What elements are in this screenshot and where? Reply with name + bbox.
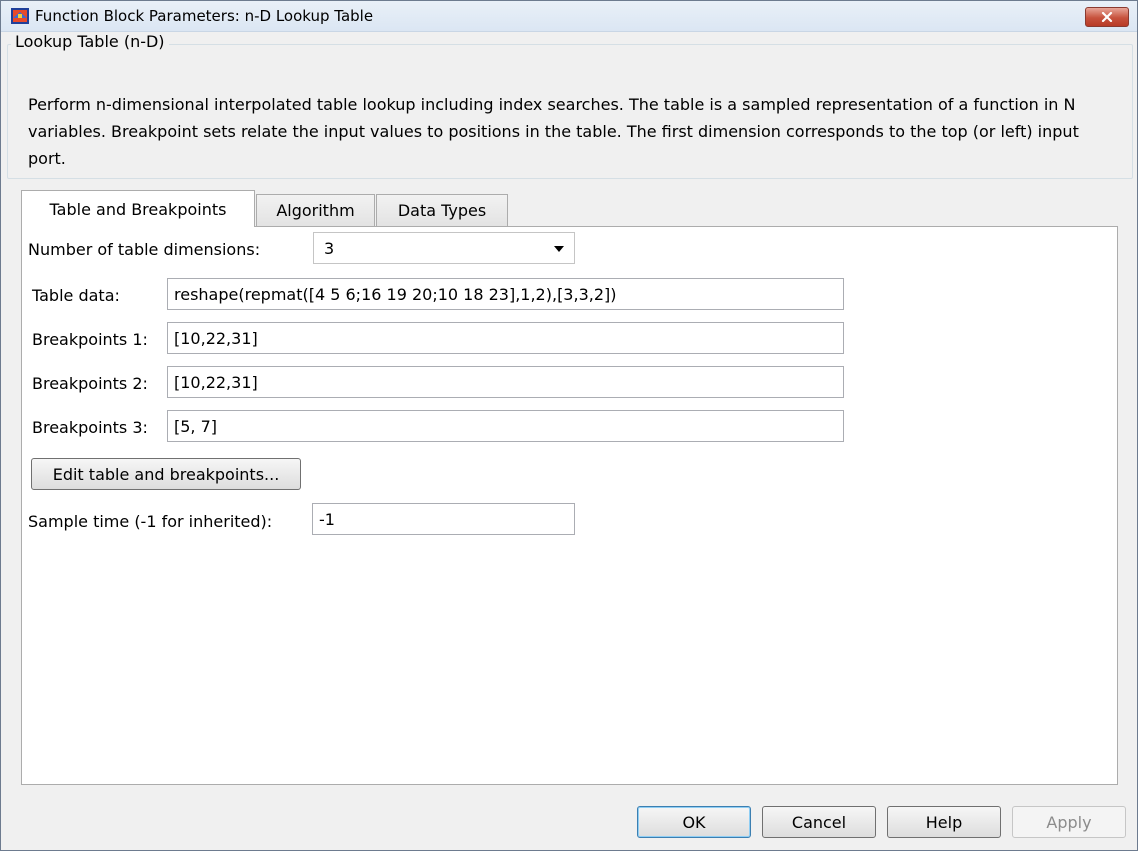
help-button[interactable]: Help [887,806,1001,838]
cancel-label: Cancel [791,812,847,832]
num-dims-value: 3 [324,238,335,258]
tab-table-and-breakpoints[interactable]: Table and Breakpoints [21,190,255,227]
tab-data-types[interactable]: Data Types [376,194,508,226]
table-data-field[interactable]: reshape(repmat([4 5 6;16 19 20;10 18 23]… [167,278,844,310]
breakpoints-3-label: Breakpoints 3: [32,418,148,437]
tab-label: Data Types [397,201,487,220]
sample-time-label: Sample time (-1 for inherited): [28,512,273,531]
breakpoints-3-field[interactable]: [5, 7] [167,410,844,442]
ok-button[interactable]: OK [637,806,751,838]
breakpoints-1-label: Breakpoints 1: [32,330,148,349]
dialog-window: Function Block Parameters: n-D Lookup Ta… [0,0,1138,851]
breakpoints-1-field[interactable]: [10,22,31] [167,322,844,354]
sample-time-field[interactable]: -1 [312,503,575,535]
close-icon [1101,12,1113,22]
apply-button[interactable]: Apply [1012,806,1126,838]
ok-label: OK [682,812,706,832]
tab-panel: Number of table dimensions: 3 Table data… [21,226,1118,785]
breakpoints-2-label: Breakpoints 2: [32,374,148,393]
simulink-icon [11,8,29,24]
group-title: Lookup Table (n-D) [11,32,169,51]
close-button[interactable] [1085,7,1129,27]
title-bar: Function Block Parameters: n-D Lookup Ta… [1,1,1137,32]
num-dims-label: Number of table dimensions: [28,240,261,259]
tab-label: Algorithm [276,201,355,220]
window-title: Function Block Parameters: n-D Lookup Ta… [35,7,374,25]
tab-label: Table and Breakpoints [49,199,227,219]
breakpoints-2-field[interactable]: [10,22,31] [167,366,844,398]
help-label: Help [925,812,963,832]
block-description: Perform n-dimensional interpolated table… [28,95,1079,168]
edit-table-label: Edit table and breakpoints... [52,464,280,484]
cancel-button[interactable]: Cancel [762,806,876,838]
table-data-label: Table data: [32,286,120,305]
edit-table-button[interactable]: Edit table and breakpoints... [31,458,301,490]
tab-algorithm[interactable]: Algorithm [256,194,375,226]
num-dims-select[interactable]: 3 [313,232,575,264]
chevron-down-icon [554,246,564,252]
apply-label: Apply [1046,812,1092,832]
